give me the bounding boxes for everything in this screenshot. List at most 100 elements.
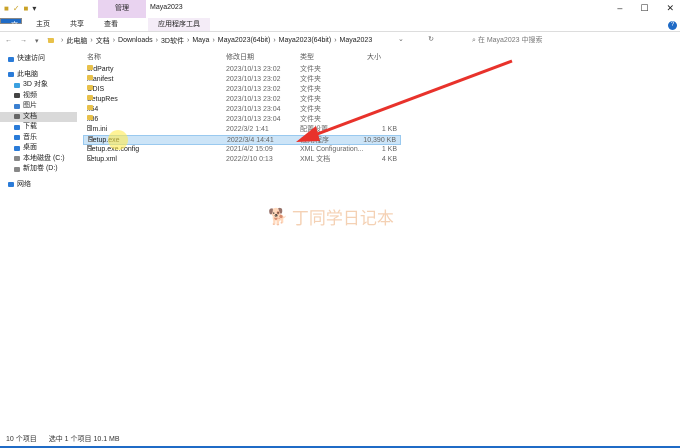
sidebar-item[interactable]: 本地磁盘 (C:) [0,154,77,165]
file-type: 文件夹 [300,86,321,93]
column-size[interactable]: 大小 [367,52,381,62]
sidebar-item[interactable]: 视频 [0,91,77,102]
sidebar-item[interactable]: 网络 [0,180,77,191]
file-type: 文件夹 [300,116,321,123]
chevron-down-icon[interactable]: ▾ [32,4,36,13]
column-type[interactable]: 类型 [300,52,314,62]
file-name-cell: dlm.ini [87,125,107,135]
back-icon[interactable]: ← [5,37,12,45]
breadcrumb-item[interactable]: 文档 [96,36,110,46]
file-type: 配置设置 [300,126,328,133]
file-size: 1 KB [381,146,397,153]
sidebar-item-label: 视频 [23,91,37,99]
file-name-cell: 3rdParty [87,65,113,75]
quick-access-toolbar[interactable]: ■ ✓ ■ ▾ [4,4,36,13]
column-name[interactable]: 名称 [87,52,101,62]
file-row[interactable]: manifest 2023/10/13 23:02 文件夹 [83,75,401,85]
item-count: 10 个项目 [6,436,37,443]
file-name-cell: x64 [87,105,98,115]
sidebar-item[interactable]: 3D 对象 [0,80,77,91]
sidebar-item[interactable]: 快速访问 [0,54,77,65]
search-input[interactable]: ⌕ 在 Maya2023 中搜索 [462,35,672,46]
file-name-cell: SetupRes [87,95,118,105]
sidebar-item[interactable]: 此电脑 [0,70,77,81]
chevron-right-icon[interactable]: › [212,37,214,44]
folder-icon [87,65,93,70]
file-date: 2023/10/13 23:04 [226,106,281,113]
status-bar: 10 个项目 选中 1 个项目 10.1 MB [0,434,680,446]
sidebar-item[interactable]: 音乐 [0,133,77,144]
tab-3[interactable]: 查看 [94,18,128,31]
sidebar-item-label: 本地磁盘 (C:) [23,154,65,162]
sidebar-item[interactable]: 下载 [0,122,77,133]
file-type: XML 文档 [300,156,331,163]
breadcrumb-item[interactable]: 此电脑 [66,36,87,46]
sidebar-item[interactable]: 文档 [0,111,77,122]
column-date[interactable]: 修改日期 [226,52,254,62]
ribbon-tabs: 文件 主页 共享 查看 应用程序工具 [0,18,680,43]
file-type: 文件夹 [300,96,321,103]
sidebar-item-label: 3D 对象 [23,81,48,88]
sidebar-icon [8,72,14,78]
file-row[interactable]: x86 2023/10/13 23:04 文件夹 [83,115,401,125]
sidebar-item[interactable]: 新加卷 (D:) [0,164,77,175]
file-row[interactable]: dlm.ini 2022/3/2 1:41 配置设置 1 KB [83,125,401,135]
breadcrumb-item[interactable]: Downloads [118,37,153,44]
file-row[interactable]: x64 2023/10/13 23:04 文件夹 [83,105,401,115]
file-row[interactable]: SetupRes 2023/10/13 23:02 文件夹 [83,95,401,105]
folder-icon: ■ [23,4,29,13]
file-date: 2023/10/13 23:02 [226,76,281,83]
refresh-icon[interactable]: ↻ [428,35,434,46]
breadcrumb-item[interactable]: 3D软件 [161,36,184,46]
breadcrumb[interactable]: › 此电脑 › 文档 › Downloads › 3D软件 › Maya › Maya2023(64b… [48,35,378,46]
chevron-right-icon[interactable]: › [156,37,158,44]
file-row[interactable]: Setup.exe.config 2021/4/2 15:09 XML Config… [83,145,401,155]
breadcrumb-item[interactable]: Maya2023(64bit) [218,37,271,44]
file-icon [88,136,93,142]
help-icon[interactable]: ? [668,21,677,30]
file-icon [87,125,92,131]
sidebar-item-label: 文档 [23,112,37,120]
tab-4[interactable]: 应用程序工具 [148,18,210,31]
file-row[interactable]: setup.xml 2022/2/10 0:13 XML 文档 4 KB [83,155,401,165]
sidebar-icon [14,103,20,109]
sidebar-item[interactable]: 图片 [0,101,77,112]
tab-1[interactable]: 主页 [26,18,60,31]
file-date: 2023/10/13 23:02 [226,86,281,93]
sidebar-icon [8,56,14,62]
dropdown-icon[interactable]: ⌄ [398,35,404,46]
check-icon[interactable]: ✓ [13,4,20,13]
file-row[interactable]: 3rdParty 2023/10/13 23:02 文件夹 [83,65,401,75]
chevron-right-icon[interactable]: › [113,37,115,44]
chevron-right-icon[interactable]: › [273,37,275,44]
folder-icon: ■ [4,4,9,13]
sidebar-item[interactable]: 桌面 [0,143,77,154]
recent-icon[interactable]: ▾ [35,37,39,45]
file-row[interactable]: ODIS 2023/10/13 23:02 文件夹 [83,85,401,95]
close-button[interactable]: ✕ [666,3,674,14]
chevron-right-icon[interactable]: › [61,37,63,44]
file-row[interactable]: Setup.exe 2022/3/4 14:41 应用程序 10,390 KB [83,135,401,145]
sidebar-item-label: 桌面 [23,144,37,151]
chevron-right-icon[interactable]: › [90,37,92,44]
maximize-button[interactable]: ☐ [640,3,648,14]
sidebar-item-label: 新加卷 (D:) [23,165,58,172]
sidebar-item-label: 音乐 [23,133,37,141]
breadcrumb-item[interactable]: Maya2023(64bit) [279,37,332,44]
file-date: 2023/10/13 23:02 [226,66,281,73]
forward-icon[interactable]: → [20,37,27,45]
file-date: 2021/4/2 15:09 [226,146,273,153]
context-tab-manage[interactable]: 管理 [98,0,146,18]
file-date: 2023/10/13 23:04 [226,116,281,123]
file-icon [87,155,92,161]
folder-icon [87,95,93,100]
chevron-right-icon[interactable]: › [334,37,336,44]
tab-0[interactable]: 文件 [0,18,22,43]
minimize-button[interactable]: – [617,3,622,14]
title-bar: ■ ✓ ■ ▾ 管理 Maya2023 – ☐ ✕ [0,0,680,18]
breadcrumb-item[interactable]: Maya [192,37,209,44]
breadcrumb-item[interactable]: Maya2023 [340,37,373,44]
chevron-right-icon[interactable]: › [187,37,189,44]
file-name-cell: ODIS [87,85,104,95]
tab-2[interactable]: 共享 [60,18,94,31]
